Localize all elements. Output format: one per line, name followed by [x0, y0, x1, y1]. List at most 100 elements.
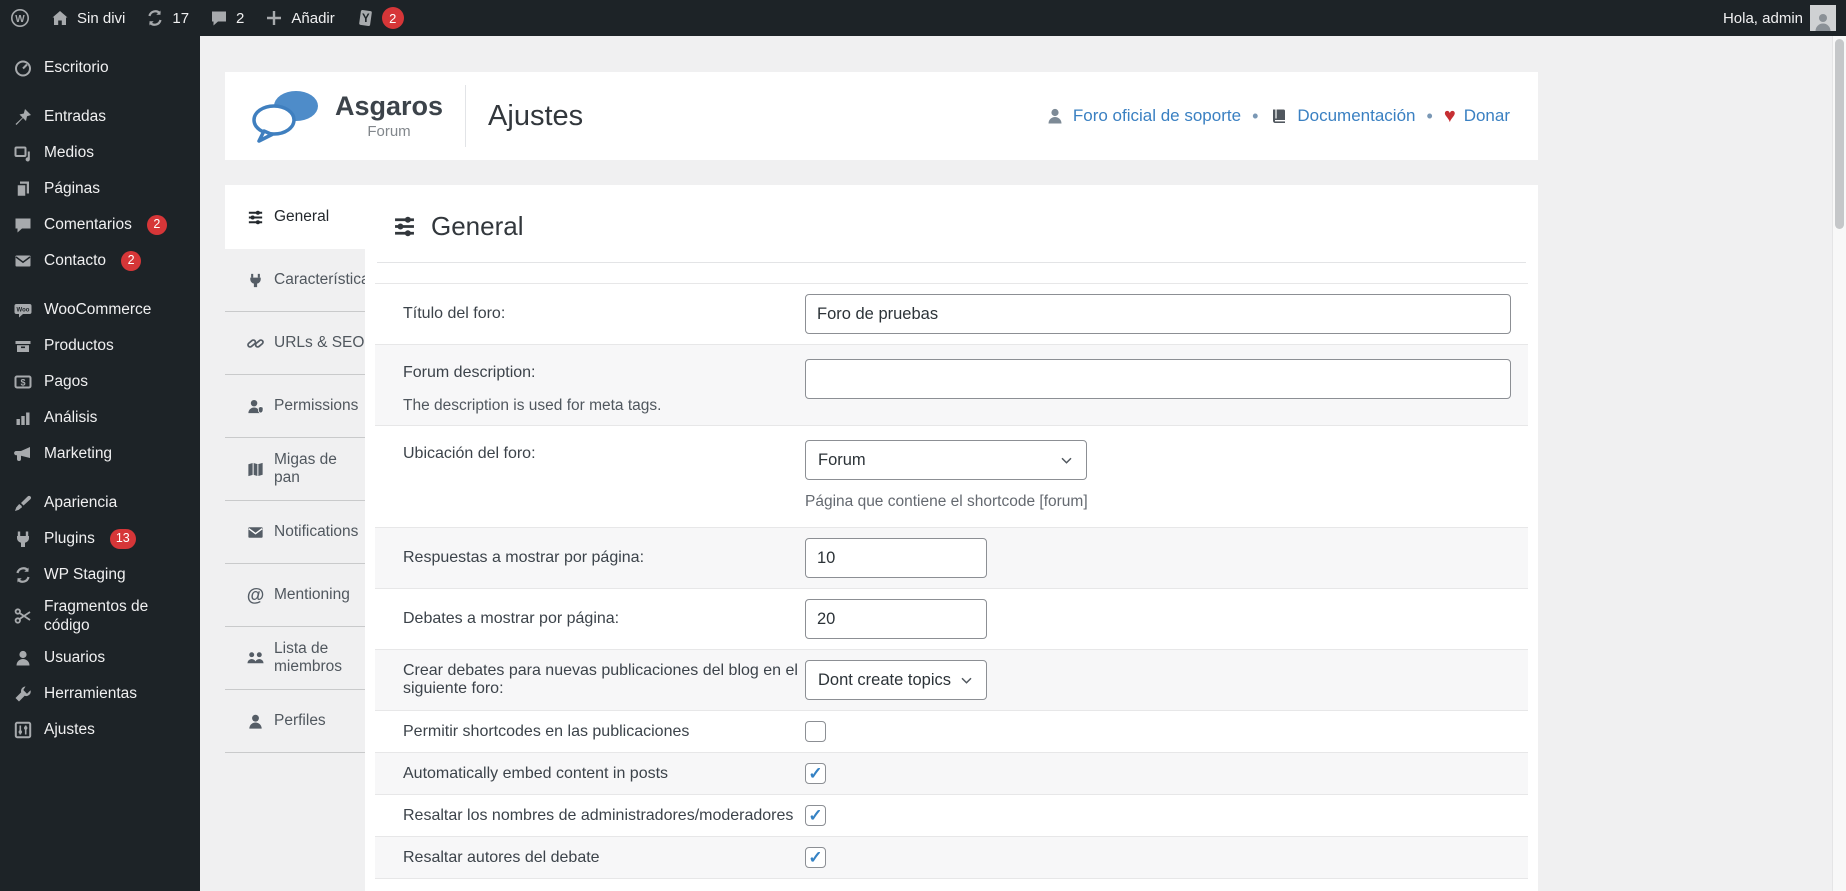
sidebar-item-pagos[interactable]: $ Pagos [0, 364, 200, 400]
comments-count: 2 [236, 9, 245, 27]
sidebar-item-medios[interactable]: Medios [0, 135, 200, 171]
sidebar-label: Marketing [44, 445, 113, 463]
highlight-admins-checkbox[interactable]: ✓ [805, 805, 826, 826]
posts-per-page-input[interactable] [805, 538, 987, 578]
updates-link[interactable]: 17 [135, 0, 199, 36]
tab-label: Perfiles [274, 712, 326, 729]
tab-mentioning[interactable]: @ Mentioning [225, 564, 365, 627]
field-label: Permitir shortcodes en las publicaciones [403, 722, 690, 740]
user-icon [16, 650, 30, 666]
sidebar-label: Productos [44, 337, 114, 355]
tab-label: Mentioning [274, 586, 350, 603]
field-label: Forum description: [403, 364, 536, 381]
checkmark-icon: ✓ [808, 764, 823, 783]
sidebar-item-paginas[interactable]: Páginas [0, 171, 200, 207]
field-label: Título del foro: [403, 305, 506, 322]
donate-link[interactable]: ♥ Donar [1444, 106, 1510, 126]
yoast-link[interactable]: Y 2 [345, 0, 414, 36]
sidebar-label: Fragmentos de código [44, 598, 149, 635]
sidebar-item-wp-staging[interactable]: WP Staging [0, 557, 200, 593]
field-label: Resaltar los nombres de administradores/… [403, 806, 794, 824]
sidebar-label: Usuarios [44, 649, 106, 667]
topics-per-page-input[interactable] [805, 599, 987, 639]
site-link[interactable]: Sin divi [40, 0, 135, 36]
separator-bullet: • [1426, 105, 1433, 126]
tab-label: Lista de miembros [274, 640, 343, 675]
book-icon [1273, 109, 1286, 123]
pushpin-icon [15, 109, 31, 125]
tab-label: URLs & SEO [274, 334, 365, 351]
panel-divider [377, 262, 1526, 263]
scrollbar-thumb[interactable] [1835, 39, 1844, 229]
sidebar-item-escritorio[interactable]: Escritorio [0, 50, 200, 86]
sidebar-label: Plugins [44, 530, 95, 548]
sidebar-item-entradas[interactable]: Entradas [0, 99, 200, 135]
plug-icon [250, 273, 261, 287]
sidebar-label: Medios [44, 144, 94, 162]
field-label: Resaltar autores del debate [403, 848, 600, 866]
sidebar-item-herramientas[interactable]: Herramientas [0, 676, 200, 712]
blog-topics-select[interactable]: Dont create topics [805, 660, 987, 700]
users-group-icon [247, 651, 264, 663]
support-forum-link[interactable]: Foro oficial de soporte [1045, 106, 1241, 126]
forum-location-select[interactable]: Forum [805, 440, 1087, 480]
sidebar-item-usuarios[interactable]: Usuarios [0, 640, 200, 676]
field-label: Automatically embed content in posts [403, 764, 669, 782]
setting-row-topics-per-page: Debates a mostrar por página: [375, 589, 1528, 650]
wordpress-menu[interactable]: W [0, 0, 40, 36]
panel-header: General [365, 185, 1538, 262]
sidebar-item-apariencia[interactable]: Apariencia [0, 485, 200, 521]
account-menu[interactable]: Hola, admin [1713, 0, 1846, 36]
sidebar-item-woocommerce[interactable]: Woo WooCommerce [0, 292, 200, 328]
plus-icon [267, 11, 282, 25]
person-icon [249, 714, 262, 729]
sidebar-label: Comentarios [44, 216, 132, 234]
tab-general[interactable]: General [225, 185, 365, 249]
tab-caracteristicas[interactable]: Características [225, 249, 377, 312]
sidebar-item-analisis[interactable]: Análisis [0, 400, 200, 436]
sidebar-separator [0, 279, 200, 292]
user-silhouette-icon [1815, 14, 1831, 31]
sidebar-label: Pagos [44, 373, 88, 391]
tab-lista-de-miembros[interactable]: Lista de miembros [225, 627, 365, 690]
sidebar-label: Herramientas [44, 685, 138, 703]
setting-row-embed-content: Automatically embed content in posts ✓ [375, 753, 1528, 795]
documentation-link[interactable]: Documentación [1269, 106, 1416, 126]
sidebar-item-contacto[interactable]: Contacto 2 [0, 243, 200, 279]
tab-migas-de-pan[interactable]: Migas de pan [225, 438, 365, 501]
highlight-authors-checkbox[interactable]: ✓ [805, 847, 826, 868]
sidebar-item-fragmentos[interactable]: Fragmentos de código [0, 593, 200, 640]
envelope-icon [248, 526, 263, 538]
settings-tabs: General Características URLs & SEO Permi… [225, 185, 377, 753]
sidebar-label: WooCommerce [44, 301, 152, 319]
allow-shortcodes-checkbox[interactable]: ✓ [805, 721, 826, 742]
sidebar-item-plugins[interactable]: Plugins 13 [0, 521, 200, 557]
comment-bubble-icon [212, 11, 227, 26]
select-value: Dont create topics [818, 670, 951, 689]
setting-row-forum-description: Forum description: The description is us… [375, 345, 1528, 426]
embed-content-checkbox[interactable]: ✓ [805, 763, 826, 784]
sidebar-item-productos[interactable]: Productos [0, 328, 200, 364]
sidebar-item-marketing[interactable]: Marketing [0, 436, 200, 472]
tab-label: General [274, 208, 330, 225]
comments-link[interactable]: 2 [199, 0, 254, 36]
support-link-label: Foro oficial de soporte [1072, 106, 1242, 125]
field-sublabel: The description is used for meta tags. [403, 397, 662, 414]
tab-notifications[interactable]: Notifications [225, 501, 365, 564]
sidebar-separator [0, 472, 200, 485]
wordpress-logo-icon: W [11, 9, 29, 27]
sidebar-item-comentarios[interactable]: Comentarios 2 [0, 207, 200, 243]
new-content-link[interactable]: Añadir [254, 0, 344, 36]
tab-urls-seo[interactable]: URLs & SEO [225, 312, 365, 375]
tab-permissions[interactable]: Permissions [225, 375, 365, 438]
comment-bubble-icon [15, 218, 31, 233]
user-shield-icon [248, 399, 264, 414]
forum-title-input[interactable] [805, 294, 1511, 334]
chevron-down-icon [1061, 457, 1072, 464]
tab-perfiles[interactable]: Perfiles [225, 690, 365, 753]
wrench-icon [15, 686, 31, 702]
sidebar-item-ajustes[interactable]: Ajustes [0, 712, 200, 748]
setting-row-highlight-admins: Resaltar los nombres de administradores/… [375, 795, 1528, 837]
forum-description-input[interactable] [805, 359, 1511, 399]
field-helper: Página que contiene el shortcode [forum] [805, 493, 1088, 510]
